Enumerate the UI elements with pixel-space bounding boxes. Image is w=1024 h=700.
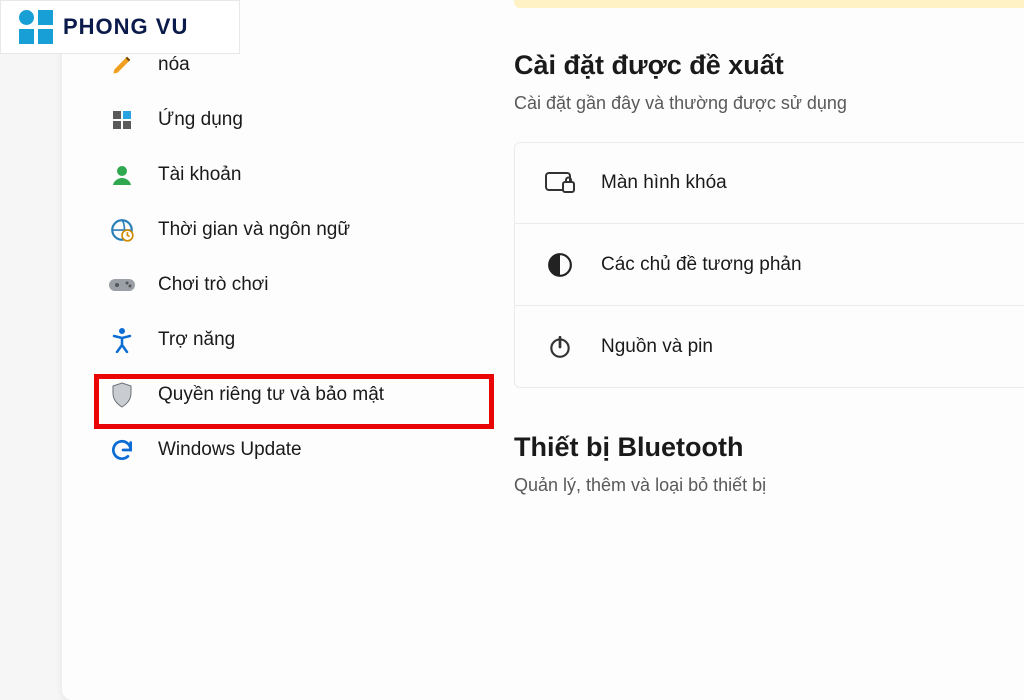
rec-item-label: Màn hình khóa — [601, 172, 727, 194]
lock-screen-icon — [545, 168, 575, 198]
shield-icon — [108, 381, 136, 409]
sidebar-item-accounts[interactable]: Tài khoản — [96, 147, 478, 202]
notice-banner[interactable] — [514, 0, 1024, 8]
person-icon — [108, 161, 136, 189]
sidebar-label: Quyền riêng tư và bảo mật — [158, 384, 384, 406]
sidebar-item-time-language[interactable]: Thời gian và ngôn ngữ — [96, 202, 478, 257]
sidebar-item-accessibility[interactable]: Trợ năng — [96, 312, 478, 367]
settings-window: nternet nóa Ứng dụng Tài khoản Thời gian — [62, 0, 1024, 700]
sidebar-item-gaming[interactable]: Chơi trò chơi — [96, 257, 478, 312]
bluetooth-subtitle: Quản lý, thêm và loại bỏ thiết bị — [514, 475, 1024, 496]
recommended-subtitle: Cài đặt gần đây và thường được sử dụng — [514, 93, 1024, 114]
rec-item-label: Nguồn và pin — [601, 336, 713, 358]
rec-item-power-battery[interactable]: Nguồn và pin — [514, 306, 1024, 388]
contrast-icon — [545, 250, 575, 280]
brand-logo: PHONG VU — [0, 0, 240, 54]
sidebar-label: Thời gian và ngôn ngữ — [158, 219, 350, 241]
sidebar-item-apps[interactable]: Ứng dụng — [96, 92, 478, 147]
brand-logo-text: PHONG VU — [63, 14, 188, 40]
sidebar-item-privacy-security[interactable]: Quyền riêng tư và bảo mật — [96, 367, 478, 422]
globe-clock-icon — [108, 216, 136, 244]
paint-icon — [108, 51, 136, 79]
sidebar-label: Windows Update — [158, 439, 302, 461]
power-icon — [545, 332, 575, 362]
recommended-list: Màn hình khóa Các chủ đề tương phản Nguồ… — [514, 142, 1024, 388]
sidebar-nav: nternet nóa Ứng dụng Tài khoản Thời gian — [62, 0, 478, 700]
sidebar-item-windows-update[interactable]: Windows Update — [96, 422, 478, 477]
sidebar-label: Tài khoản — [158, 164, 241, 186]
rec-item-label: Các chủ đề tương phản — [601, 254, 802, 276]
brand-logo-mark — [19, 10, 53, 44]
sidebar-label: Chơi trò chơi — [158, 274, 268, 296]
recommended-title: Cài đặt được đề xuất — [514, 50, 1024, 81]
main-content: Cài đặt được đề xuất Cài đặt gần đây và … — [478, 0, 1024, 700]
bluetooth-title: Thiết bị Bluetooth — [514, 432, 1024, 463]
sidebar-label: Ứng dụng — [158, 109, 243, 131]
rec-item-lock-screen[interactable]: Màn hình khóa — [514, 142, 1024, 224]
sidebar-label: Trợ năng — [158, 329, 235, 351]
gamepad-icon — [108, 271, 136, 299]
apps-icon — [108, 106, 136, 134]
sidebar-label: nóa — [158, 54, 190, 76]
rec-item-contrast-themes[interactable]: Các chủ đề tương phản — [514, 224, 1024, 306]
accessibility-icon — [108, 326, 136, 354]
update-icon — [108, 436, 136, 464]
